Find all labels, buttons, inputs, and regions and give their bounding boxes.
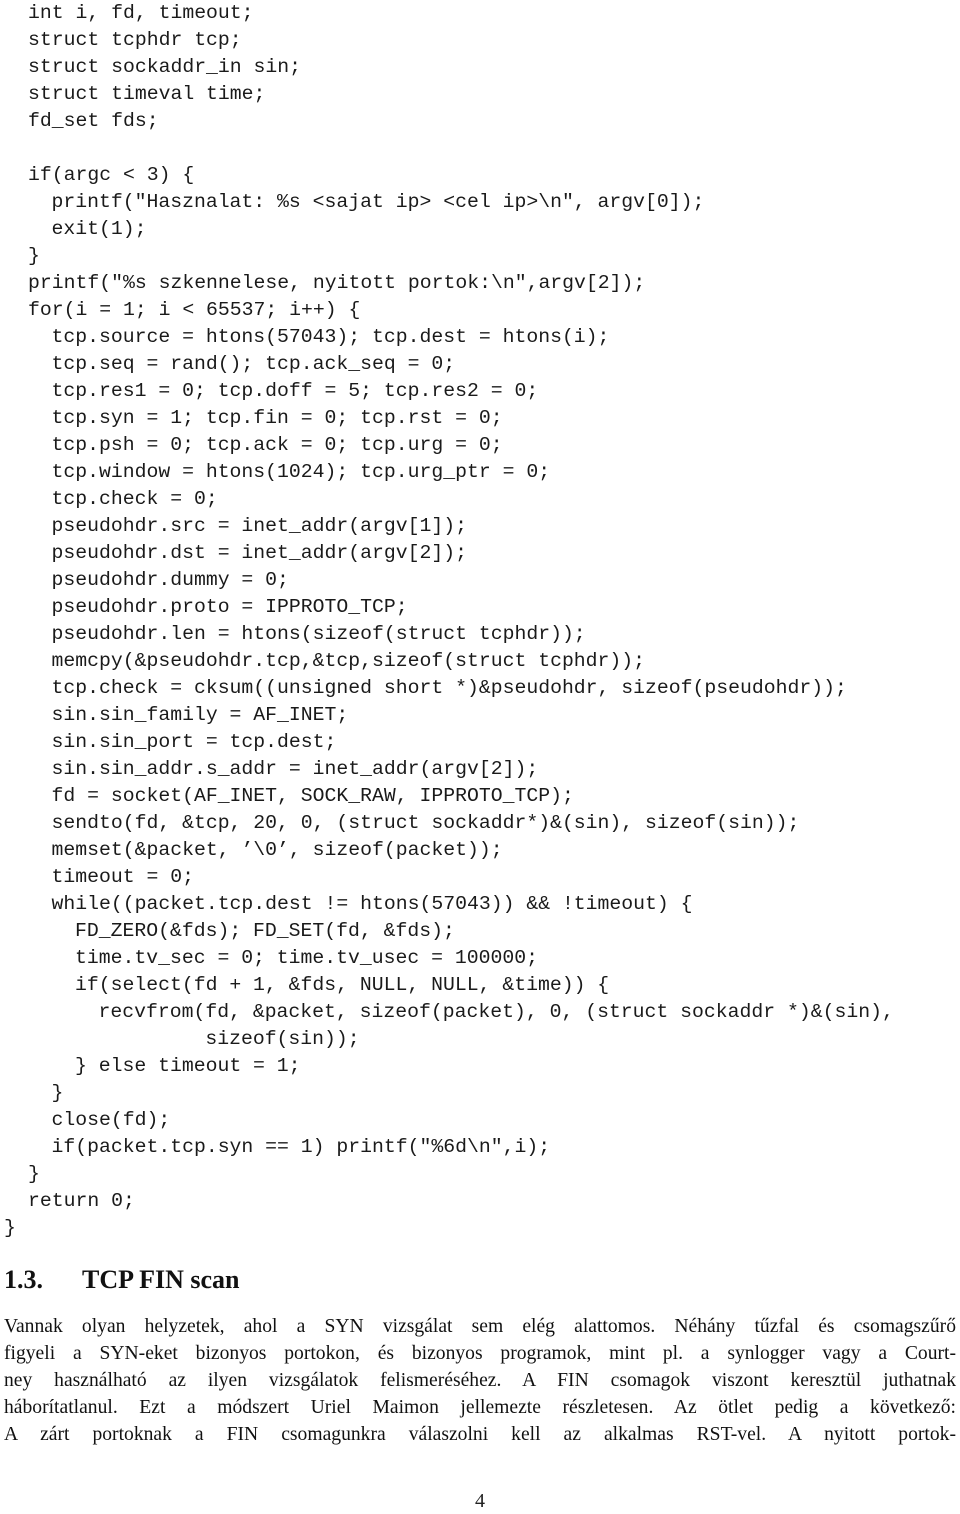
code-line: sin.sin_addr.s_addr = inet_addr(argv[2])… — [51, 758, 539, 780]
code-line: if(select(fd + 1, &fds, NULL, NULL, &tim… — [75, 974, 610, 996]
code-line: recvfrom(fd, &packet, sizeof(packet), 0,… — [98, 1001, 894, 1023]
code-line: timeout = 0; — [51, 866, 194, 888]
paragraph-line: Vannak olyan helyzetek, ahol a SYN vizsg… — [4, 1316, 956, 1337]
section-number: 1.3. — [4, 1265, 43, 1294]
code-line: sizeof(sin)); — [98, 1028, 360, 1050]
code-line: tcp.check = 0; — [51, 488, 218, 510]
code-line: struct timeval time; — [28, 83, 266, 105]
code-line: memset(&packet, ’\0’, sizeof(packet)); — [51, 839, 503, 861]
code-line: struct sockaddr_in sin; — [28, 56, 302, 78]
code-line: tcp.res1 = 0; tcp.doff = 5; tcp.res2 = 0… — [51, 380, 539, 402]
body-paragraph: Vannak olyan helyzetek, ahol a SYN vizsg… — [4, 1313, 956, 1448]
code-line: sin.sin_port = tcp.dest; — [51, 731, 337, 753]
code-line: pseudohdr.len = htons(sizeof(struct tcph… — [51, 623, 586, 645]
code-line: close(fd); — [51, 1109, 171, 1131]
code-listing: int i, fd, timeout; struct tcphdr tcp; str… — [4, 0, 894, 1242]
code-line: time.tv_sec = 0; time.tv_usec = 100000; — [75, 947, 538, 969]
paragraph-line: figyeli a SYN-eket bizonyos portokon, és… — [4, 1343, 956, 1364]
code-line: pseudohdr.dummy = 0; — [51, 569, 289, 591]
code-line: } — [28, 1163, 40, 1185]
code-line: tcp.check = cksum((unsigned short *)&pse… — [51, 677, 847, 699]
paragraph-line: A zárt portoknak a FIN csomagunkra válas… — [4, 1424, 956, 1445]
page-number: 4 — [475, 1490, 485, 1512]
paragraph-line: háborítatlanul. Ezt a módszert Uriel Mai… — [4, 1397, 956, 1418]
code-line: tcp.seq = rand(); tcp.ack_seq = 0; — [51, 353, 456, 375]
code-line: return 0; — [28, 1190, 135, 1212]
code-line: while((packet.tcp.dest != htons(57043)) … — [51, 893, 693, 915]
code-line: fd_set fds; — [28, 110, 159, 132]
code-line: if(packet.tcp.syn == 1) printf("%6d\n",i… — [51, 1136, 551, 1158]
code-line: for(i = 1; i < 65537; i++) { — [28, 299, 361, 321]
code-line: FD_ZERO(&fds); FD_SET(fd, &fds); — [75, 920, 455, 942]
code-line: sin.sin_family = AF_INET; — [51, 704, 349, 726]
code-line: } — [51, 1082, 64, 1104]
code-line: struct tcphdr tcp; — [28, 29, 242, 51]
paragraph-line: ney használható az ilyen vizsgálatok fel… — [4, 1370, 956, 1391]
code-line: pseudohdr.dst = inet_addr(argv[2]); — [51, 542, 467, 564]
code-line: tcp.syn = 1; tcp.fin = 0; tcp.rst = 0; — [51, 407, 503, 429]
code-line: tcp.window = htons(1024); tcp.urg_ptr = … — [51, 461, 551, 483]
code-line: printf("%s szkennelese, nyitott portok:\… — [28, 272, 646, 294]
code-line: sendto(fd, &tcp, 20, 0, (struct sockaddr… — [51, 812, 800, 834]
code-line: if(argc < 3) { — [28, 164, 195, 186]
code-line: int i, fd, timeout; — [28, 2, 254, 24]
code-line: tcp.psh = 0; tcp.ack = 0; tcp.urg = 0; — [51, 434, 503, 456]
code-line: exit(1); — [51, 218, 147, 240]
code-line: } — [28, 245, 40, 267]
section-title: TCP FIN scan — [82, 1265, 240, 1294]
code-line: fd = socket(AF_INET, SOCK_RAW, IPPROTO_T… — [51, 785, 574, 807]
section-heading: 1.3. TCP FIN scan — [4, 1265, 239, 1295]
code-line: } else timeout = 1; — [75, 1055, 301, 1077]
code-line: pseudohdr.proto = IPPROTO_TCP; — [51, 596, 408, 618]
code-line: pseudohdr.src = inet_addr(argv[1]); — [51, 515, 467, 537]
code-line: memcpy(&pseudohdr.tcp,&tcp,sizeof(struct… — [51, 650, 646, 672]
code-line: tcp.source = htons(57043); tcp.dest = ht… — [51, 326, 610, 348]
code-line: } — [4, 1217, 16, 1239]
code-line: printf("Hasznalat: %s <sajat ip> <cel ip… — [51, 191, 705, 213]
